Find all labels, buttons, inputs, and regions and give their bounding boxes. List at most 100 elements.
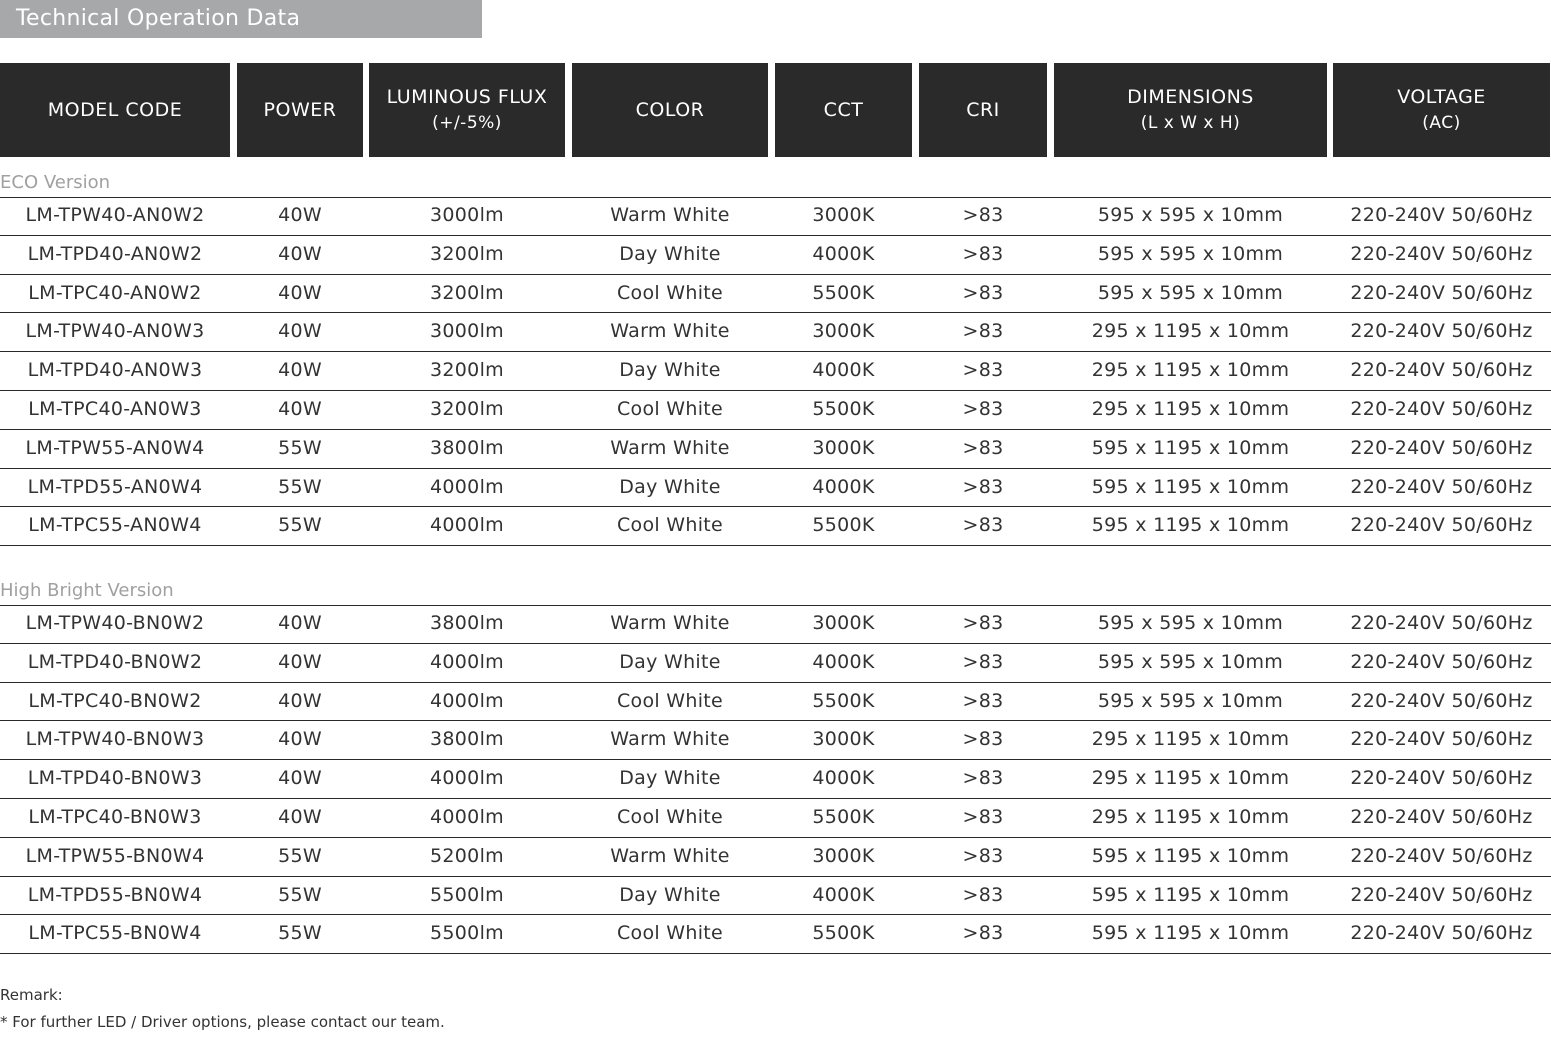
cell-voltage: 220-240V 50/60Hz	[1350, 281, 1533, 304]
remark-label: Remark:	[0, 986, 63, 1004]
cell-dimensions: 295 x 1195 x 10mm	[1091, 805, 1290, 828]
cell-voltage: 220-240V 50/60Hz	[1350, 242, 1533, 265]
cell-dimensions: 295 x 1195 x 10mm	[1091, 767, 1290, 790]
cell-cct: 4000K	[812, 475, 875, 498]
cell-luminous-flux: 4000lm	[430, 767, 504, 790]
header-power: POWER	[237, 63, 363, 157]
cell-model-code: LM-TPC40-AN0W2	[28, 281, 202, 304]
cell-cct: 5500K	[812, 281, 875, 304]
cell-model-code: LM-TPD40-AN0W3	[27, 359, 203, 382]
cell-color: Cool White	[616, 281, 724, 304]
cell-color: Cool White	[616, 805, 724, 828]
cell-color: Day White	[619, 242, 721, 265]
cell-power: 40W	[278, 397, 322, 420]
cell-color: Day White	[619, 883, 721, 906]
cell-cri: >83	[962, 397, 1004, 420]
cell-luminous-flux: 3200lm	[430, 397, 504, 420]
cell-power: 40W	[278, 320, 322, 343]
header-luminous-flux-label: LUMINOUS FLUX	[386, 86, 548, 108]
header-luminous-flux-sublabel: (+/-5%)	[432, 113, 502, 133]
cell-cct: 5500K	[812, 922, 875, 945]
cell-cri: >83	[962, 612, 1004, 634]
cell-color: Cool White	[616, 689, 724, 712]
cell-voltage: 220-240V 50/60Hz	[1350, 612, 1533, 634]
cell-power: 55W	[278, 844, 322, 867]
cell-cct: 4000K	[812, 767, 875, 790]
cell-voltage: 220-240V 50/60Hz	[1350, 514, 1533, 537]
cell-luminous-flux: 4000lm	[430, 514, 504, 537]
cell-dimensions: 295 x 1195 x 10mm	[1091, 728, 1290, 751]
header-dimensions-sublabel: (L x W x H)	[1140, 113, 1241, 133]
cell-dimensions: 595 x 1195 x 10mm	[1091, 475, 1290, 498]
cell-model-code: LM-TPW40-BN0W2	[25, 612, 205, 634]
cell-model-code: LM-TPD55-BN0W4	[27, 883, 203, 906]
cell-cri: >83	[962, 204, 1004, 226]
header-voltage-label: VOLTAGE	[1397, 86, 1486, 108]
cell-color: Cool White	[616, 397, 724, 420]
cell-cct: 5500K	[812, 689, 875, 712]
cell-power: 40W	[278, 612, 322, 634]
remark-block: Remark: * For further LED / Driver optio…	[0, 982, 445, 1036]
header-color: COLOR	[572, 63, 768, 157]
cell-cct: 3000K	[812, 728, 875, 751]
cell-cri: >83	[962, 650, 1004, 673]
cell-cct: 3000K	[812, 320, 875, 343]
cell-voltage: 220-240V 50/60Hz	[1350, 922, 1533, 945]
cell-dimensions: 595 x 595 x 10mm	[1097, 689, 1284, 712]
cell-cct: 3000K	[812, 844, 875, 867]
header-dimensions: DIMENSIONS (L x W x H)	[1054, 63, 1327, 157]
cell-cct: 4000K	[812, 883, 875, 906]
cell-color: Warm White	[610, 436, 730, 459]
cell-cct: 5500K	[812, 805, 875, 828]
header-dimensions-label: DIMENSIONS	[1127, 86, 1254, 108]
cell-luminous-flux: 3200lm	[430, 359, 504, 382]
cell-model-code: LM-TPD55-AN0W4	[27, 475, 203, 498]
cell-power: 55W	[278, 436, 322, 459]
cell-dimensions: 595 x 595 x 10mm	[1097, 612, 1284, 634]
cell-luminous-flux: 3000lm	[430, 204, 504, 226]
cell-color: Cool White	[616, 922, 724, 945]
table-row: LM-TPD55-AN0W4 55W 4000lm Day White 4000K >83…	[0, 469, 1551, 508]
cell-color: Day White	[619, 475, 721, 498]
cell-cri: >83	[962, 514, 1004, 537]
table-row: LM-TPW40-BN0W3 40W 3800lm Warm White 3000K >8…	[0, 721, 1551, 761]
table-header: MODEL CODE POWER LUMINOUS FLUX (+/-5%) COLOR…	[0, 63, 1551, 157]
header-cri-label: CRI	[966, 99, 1000, 121]
cell-model-code: LM-TPW40-AN0W2	[25, 204, 205, 226]
header-color-label: COLOR	[635, 99, 705, 121]
cell-power: 55W	[278, 514, 322, 537]
cell-luminous-flux: 3800lm	[430, 612, 504, 634]
cell-cri: >83	[962, 242, 1004, 265]
cell-cct: 4000K	[812, 650, 875, 673]
cell-model-code: LM-TPD40-BN0W3	[27, 767, 203, 790]
cell-power: 55W	[278, 883, 322, 906]
table-row: LM-TPC40-AN0W2 40W 3200lm Cool White 5500K >8…	[0, 275, 1551, 314]
cell-power: 40W	[278, 728, 322, 751]
table-row: LM-TPC55-AN0W4 55W 4000lm Cool White 5500K >8…	[0, 507, 1551, 547]
header-power-label: POWER	[263, 99, 337, 121]
cell-color: Warm White	[610, 320, 730, 343]
cell-voltage: 220-240V 50/60Hz	[1350, 844, 1533, 867]
cell-voltage: 220-240V 50/60Hz	[1350, 728, 1533, 751]
cell-dimensions: 295 x 1195 x 10mm	[1091, 397, 1290, 420]
cell-color: Warm White	[610, 844, 730, 867]
cell-cri: >83	[962, 805, 1004, 828]
cell-cri: >83	[962, 281, 1004, 304]
cell-power: 40W	[278, 359, 322, 382]
header-model-code-label: MODEL CODE	[47, 99, 183, 121]
cell-cct: 5500K	[812, 514, 875, 537]
table-row: LM-TPW40-BN0W2 40W 3800lm Warm White 3000K >8…	[0, 605, 1551, 644]
cell-cct: 3000K	[812, 612, 875, 634]
cell-cct: 3000K	[812, 204, 875, 226]
table-row: LM-TPD40-BN0W3 40W 4000lm Day White 4000K >83…	[0, 760, 1551, 799]
table-row: LM-TPW40-AN0W2 40W 3000lm Warm White 3000K >8…	[0, 197, 1551, 236]
cell-model-code: LM-TPD40-BN0W2	[27, 650, 203, 673]
cell-voltage: 220-240V 50/60Hz	[1350, 805, 1533, 828]
header-cri: CRI	[919, 63, 1047, 157]
cell-cri: >83	[962, 320, 1004, 343]
cell-luminous-flux: 3200lm	[430, 281, 504, 304]
cell-dimensions: 595 x 595 x 10mm	[1097, 650, 1284, 673]
table-row: LM-TPD40-BN0W2 40W 4000lm Day White 4000K >83…	[0, 644, 1551, 683]
cell-model-code: LM-TPW40-AN0W3	[25, 320, 205, 343]
page-title: Technical Operation Data	[0, 0, 482, 38]
